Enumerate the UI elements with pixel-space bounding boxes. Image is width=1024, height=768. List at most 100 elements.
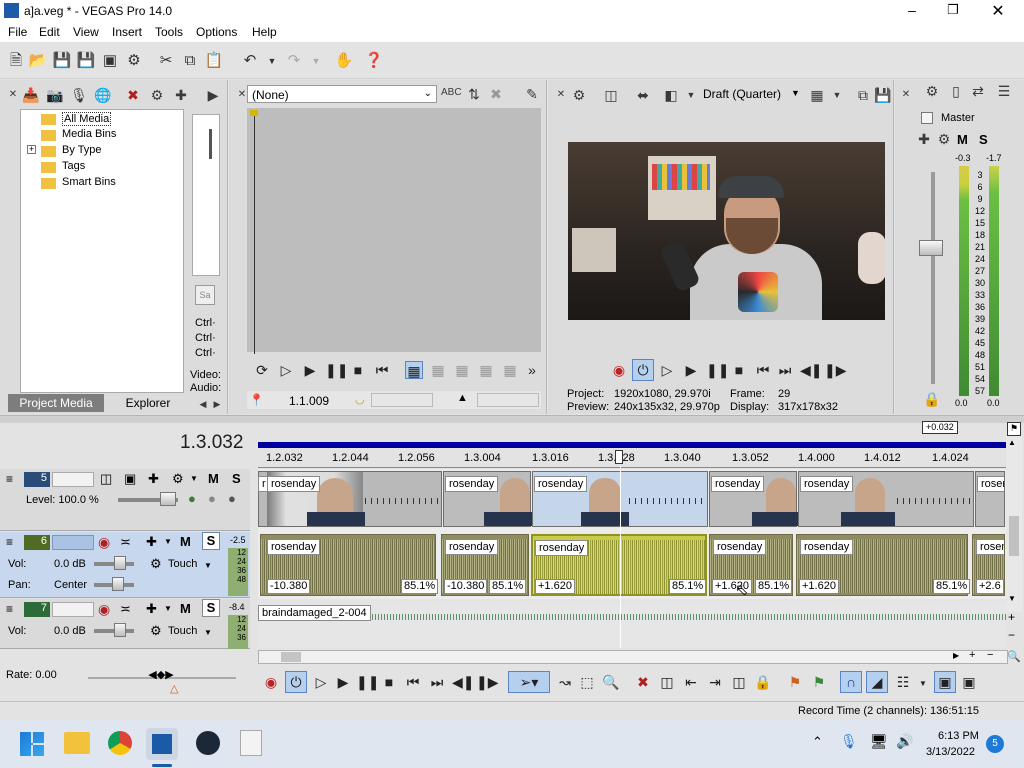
import-media-icon[interactable]: 📥 [22,86,40,104]
audio-clip-track-7[interactable]: braindamaged_2-004 [258,604,1006,648]
save-as-icon[interactable]: 💾 [76,51,96,71]
fx-icon[interactable]: ✚ [148,471,159,487]
split-tool-icon[interactable]: ✋ [334,51,354,71]
redo-icon[interactable]: ↷ [284,51,304,71]
trim-icon[interactable]: ▦ [501,361,519,379]
zoom-out-vertical-icon[interactable]: − [1008,628,1015,642]
invert-phase-icon[interactable]: ≍ [120,534,131,550]
make-compositing-icon[interactable]: ● [228,491,236,506]
pan-icon[interactable]: ✚ [915,130,933,148]
scroll-thumb[interactable] [1009,516,1019,556]
automation-dropdown-icon[interactable]: ▼ [204,628,212,637]
volume-slider-handle[interactable] [114,556,126,570]
remove-icon[interactable]: ✖ [124,86,142,104]
menu-options[interactable]: Options [196,25,237,39]
views-icon[interactable]: ✚ [172,86,190,104]
menu-insert[interactable]: Insert [112,25,142,39]
scrollbar-thumb[interactable] [209,129,212,159]
timeline-hscroll[interactable]: ▶ + − [258,649,1008,664]
minimize-button[interactable]: – [902,2,922,20]
previous-frame-icon[interactable]: ◀❚ [452,673,475,691]
pin-icon[interactable]: 📍 [249,393,264,407]
track-name-field[interactable] [52,472,94,487]
pause-icon[interactable]: ❚❚ [325,361,348,379]
menu-file[interactable]: File [8,25,27,39]
steam-icon[interactable] [196,731,220,755]
more-icon[interactable]: » [523,361,541,379]
master-fx-icon[interactable]: ⚙ [935,130,953,148]
collapse-icon[interactable]: ≡ [6,602,13,616]
video-clip[interactable]: r rosenday [258,471,442,527]
collapse-icon[interactable]: ≡ [6,535,13,549]
copy-snapshot-icon[interactable]: ⧉ [854,86,872,104]
invert-phase-icon[interactable]: ≍ [120,601,131,617]
trimmer-media-dropdown[interactable]: (None) ⌄ [247,85,437,103]
loop-playback-icon[interactable]: ⏻ [285,671,307,693]
go-to-end-icon[interactable]: ⏭ [428,673,446,691]
dock-splitter[interactable] [0,415,1024,423]
motion-icon[interactable]: ◫ [100,471,112,487]
record-icon[interactable]: ◉ [610,361,628,379]
video-clip[interactable]: rosenday [443,471,532,527]
overlays-dropdown-icon[interactable]: ▼ [682,86,700,104]
trim-icon[interactable]: ◫ [658,673,676,691]
audio-clip[interactable]: rosenday +1.620 85.1% [709,534,793,596]
web-icon[interactable]: 🌐 [94,86,112,104]
composite-child-icon[interactable]: ● [208,491,216,506]
clock-time[interactable]: 6:13 PM [938,730,979,742]
insert-region-icon[interactable]: ⚑ [810,673,828,691]
save-snapshot-icon[interactable]: 💾 [874,86,892,104]
preview-quality-dropdown[interactable]: Draft (Quarter) ▼ [703,87,803,103]
play-icon[interactable]: ▶ [334,673,352,691]
fx-dropdown-icon[interactable]: ▼ [164,604,172,613]
master-checkbox[interactable] [921,112,933,124]
cut-icon[interactable]: ✂ [156,51,176,71]
video-clip[interactable]: rosenday [798,471,974,527]
audio-clip[interactable]: rosen +2.6 [972,534,1005,596]
snapping-icon[interactable]: ∩ [840,671,862,693]
zoom-tool-icon[interactable]: 🔍 [602,673,620,691]
mixer-properties-icon[interactable]: ⚙ [923,82,941,100]
loop-playback-icon[interactable]: ⏻ [632,359,654,381]
scroll-thumb[interactable] [281,652,301,662]
selection-tool-icon[interactable]: ⬚ [578,673,596,691]
scroll-down-icon[interactable]: ▼ [1008,594,1016,603]
tab-explorer[interactable]: Explorer [106,394,190,412]
stop-icon[interactable]: ■ [730,361,748,379]
preview-video-frame[interactable] [568,142,885,320]
notification-badge[interactable]: 5 [986,735,1004,753]
insert-marker-icon[interactable]: ⚑ [786,673,804,691]
add-to-timeline-icon[interactable]: ▦ [429,361,447,379]
track-header-6[interactable]: ≡ 6 ◉ ≍ ✚ ▼ M S Vol: 0.0 dB ⚙ Touch ▼ Pa… [0,532,250,598]
downmix-icon[interactable]: ▯ [947,82,965,100]
maximize-button[interactable]: ❐ [943,2,963,20]
ripple-edit-icon[interactable]: ☷ [894,673,912,691]
auto-crossfade-icon[interactable]: ◢ [866,671,888,693]
undo-dropdown-icon[interactable]: ▼ [262,51,282,71]
tab-scroll-right-icon[interactable]: ▶ [208,395,226,413]
pause-icon[interactable]: ❚❚ [706,361,729,379]
play-from-start-icon[interactable]: ▷ [277,361,295,379]
grid-icon[interactable]: ▦ [808,86,826,104]
overlays-icon[interactable]: ◧ [662,86,680,104]
zoom-tool-icon[interactable]: 🔍 [1007,650,1021,663]
whats-this-icon[interactable]: ❓ [364,51,384,71]
out-point-icon[interactable]: ▲ [457,392,468,404]
expand-icon[interactable]: + [27,145,36,154]
track-name-field[interactable] [52,602,94,617]
trimmer-view[interactable] [247,108,541,354]
mute-button[interactable]: M [208,471,219,486]
loop-region-bar[interactable] [258,442,1006,448]
network-icon[interactable]: 🖥 [870,733,888,750]
compositing-icon[interactable]: ▣ [124,471,136,487]
audio-clip[interactable]: rosenday -10.380 85.1% [441,534,529,596]
external-monitor-icon[interactable]: ◫ [602,86,620,104]
master-mute-button[interactable]: M [957,132,968,147]
trimmer-options-icon[interactable]: ✎ [523,85,541,103]
ignore-grouping-icon[interactable]: ▣ [960,673,978,691]
track-fx-icon[interactable]: ✚ [146,601,157,617]
master-fader-handle[interactable] [919,240,943,256]
in-point-icon[interactable]: ◡ [355,393,365,406]
envelope-tool-icon[interactable]: ↝ [556,673,574,691]
normal-edit-tool-icon[interactable]: ➢▾ [508,671,550,693]
